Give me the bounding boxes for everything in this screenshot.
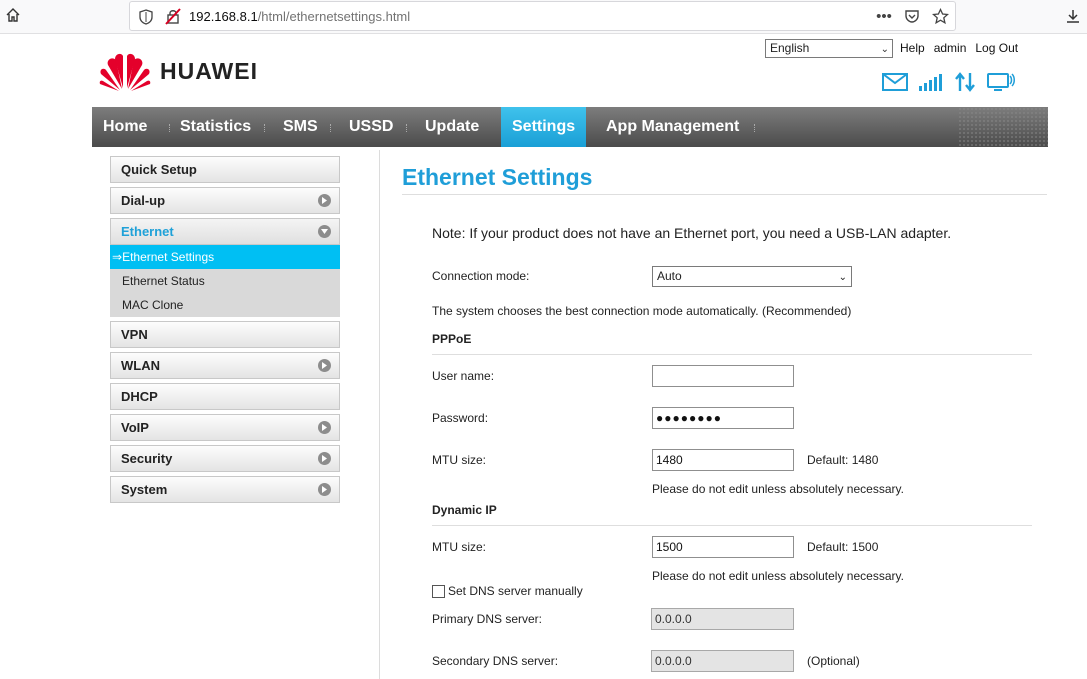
nav-ussd[interactable]: USSD xyxy=(338,107,404,147)
sidebar-item-label: VoIP xyxy=(121,420,149,435)
username-input[interactable] xyxy=(652,365,794,387)
main-nav: Home Statistics SMS USSD Update Settings… xyxy=(92,107,1048,147)
nav-app-management[interactable]: App Management xyxy=(595,107,750,147)
dynamic-mtu-default: Default: 1500 xyxy=(807,540,879,554)
sidebar-item-label: Quick Setup xyxy=(121,162,197,177)
sidebar-item-label: VPN xyxy=(121,327,148,342)
primary-dns-input[interactable]: 0.0.0.0 xyxy=(651,608,794,630)
dns-manual-checkbox[interactable] xyxy=(432,585,445,598)
auto-mode-hint: The system chooses the best connection m… xyxy=(432,304,852,318)
ethernet-note: Note: If your product does not have an E… xyxy=(432,225,952,241)
shield-icon[interactable] xyxy=(139,9,153,28)
dynamic-mtu-input[interactable]: 1500 xyxy=(652,536,794,558)
content-divider xyxy=(379,150,380,679)
sidebar-item-label: Dial-up xyxy=(121,193,166,208)
chevron-down-icon xyxy=(318,225,331,238)
pppoe-mtu-hint: Please do not edit unless absolutely nec… xyxy=(652,482,904,496)
dynamic-ip-divider xyxy=(432,525,1032,526)
sidebar-item-dial-up[interactable]: Dial-up xyxy=(110,187,340,214)
huawei-logo: HUAWEI xyxy=(98,51,258,91)
huawei-petal-icon xyxy=(99,53,151,91)
nav-sms[interactable]: SMS xyxy=(272,107,329,147)
nav-statistics[interactable]: Statistics xyxy=(169,107,262,147)
mail-icon[interactable] xyxy=(882,73,908,91)
sidebar-item-wlan[interactable]: WLAN xyxy=(110,352,340,379)
sidebar-item-label: System xyxy=(121,482,168,497)
pppoe-divider xyxy=(432,354,1032,355)
insecure-lock-icon[interactable] xyxy=(165,8,181,28)
chevron-down-icon: ⌄ xyxy=(838,272,847,283)
sidebar-item-ethernet[interactable]: Ethernet xyxy=(110,218,340,245)
title-divider xyxy=(402,194,1047,195)
secondary-dns-input[interactable]: 0.0.0.0 xyxy=(651,650,794,672)
chevron-right-icon xyxy=(318,452,331,465)
language-value: English xyxy=(770,41,810,55)
username-label: User name: xyxy=(432,369,495,383)
sidebar-subitem-ethernet-status[interactable]: Ethernet Status xyxy=(110,269,340,293)
logout-link[interactable]: Log Out xyxy=(975,41,1018,55)
address-bar[interactable]: 192.168.8.1/html/ethernetsettings.html •… xyxy=(129,1,956,31)
language-select[interactable]: English ⌄ xyxy=(765,39,893,58)
chevron-right-icon xyxy=(318,421,331,434)
sidebar-item-voip[interactable]: VoIP xyxy=(110,414,340,441)
nav-update[interactable]: Update xyxy=(414,107,490,147)
url-path: /html/ethernetsettings.html xyxy=(257,9,411,24)
brand-name: HUAWEI xyxy=(160,57,258,84)
page-actions-icon[interactable]: ••• xyxy=(875,7,893,25)
sidebar-item-label: DHCP xyxy=(121,389,158,404)
sidebar-item-security[interactable]: Security xyxy=(110,445,340,472)
url-host: 192.168.8.1 xyxy=(189,9,258,24)
sidebar-item-label: Security xyxy=(121,451,173,466)
chevron-down-icon: ⌄ xyxy=(880,44,889,55)
connection-monitor-icon xyxy=(986,72,1016,92)
pocket-icon[interactable] xyxy=(903,7,921,25)
browser-toolbar: 192.168.8.1/html/ethernetsettings.html •… xyxy=(0,0,1087,34)
sidebar-subitem-mac-clone[interactable]: MAC Clone xyxy=(110,293,340,317)
data-transfer-icon xyxy=(954,72,976,92)
sidebar-item-quick-setup[interactable]: Quick Setup xyxy=(110,156,340,183)
sidebar-subitem-ethernet-settings[interactable]: ⇒Ethernet Settings xyxy=(110,245,340,269)
sidebar-subitem-label: Ethernet Settings xyxy=(122,250,215,264)
secondary-dns-label: Secondary DNS server: xyxy=(432,654,559,668)
url-text: 192.168.8.1/html/ethernetsettings.html xyxy=(189,9,410,24)
user-link[interactable]: admin xyxy=(934,41,967,55)
pppoe-mtu-default: Default: 1480 xyxy=(807,453,879,467)
connection-mode-label: Connection mode: xyxy=(432,269,530,283)
dynamic-mtu-hint: Please do not edit unless absolutely nec… xyxy=(652,569,904,583)
dynamic-mtu-label: MTU size: xyxy=(432,540,486,554)
nav-settings[interactable]: Settings xyxy=(501,107,587,147)
pppoe-mtu-input[interactable]: 1480 xyxy=(652,449,794,471)
sidebar-item-dhcp[interactable]: DHCP xyxy=(110,383,340,410)
primary-dns-label: Primary DNS server: xyxy=(432,612,543,626)
password-input[interactable]: ●●●●●●●● xyxy=(652,407,794,429)
nav-home[interactable]: Home xyxy=(92,107,158,147)
pppoe-heading: PPPoE xyxy=(432,332,472,346)
connection-mode-value: Auto xyxy=(657,269,682,283)
ethernet-submenu: ⇒Ethernet Settings Ethernet Status MAC C… xyxy=(110,245,340,317)
dns-manual-label: Set DNS server manually xyxy=(448,584,583,598)
help-link[interactable]: Help xyxy=(900,41,925,55)
home-icon[interactable] xyxy=(3,5,23,25)
active-arrow-icon: ⇒ xyxy=(112,250,123,264)
chevron-right-icon xyxy=(318,359,331,372)
signal-strength-icon xyxy=(918,73,944,91)
sidebar-item-label: Ethernet xyxy=(121,224,174,239)
connection-mode-select[interactable]: Auto ⌄ xyxy=(652,266,852,287)
pppoe-mtu-label: MTU size: xyxy=(432,453,486,467)
sidebar-item-vpn[interactable]: VPN xyxy=(110,321,340,348)
password-label: Password: xyxy=(432,411,489,425)
sidebar-item-label: WLAN xyxy=(121,358,160,373)
page-title: Ethernet Settings xyxy=(402,164,593,190)
chevron-right-icon xyxy=(318,194,331,207)
bookmark-star-icon[interactable] xyxy=(931,7,949,25)
settings-sidebar: Quick Setup Dial-up Ethernet ⇒Ethernet S… xyxy=(110,156,340,507)
download-icon[interactable] xyxy=(1063,6,1083,26)
optional-label: (Optional) xyxy=(807,654,860,668)
sidebar-item-system[interactable]: System xyxy=(110,476,340,503)
dynamic-ip-heading: Dynamic IP xyxy=(432,503,497,517)
chevron-right-icon xyxy=(318,483,331,496)
